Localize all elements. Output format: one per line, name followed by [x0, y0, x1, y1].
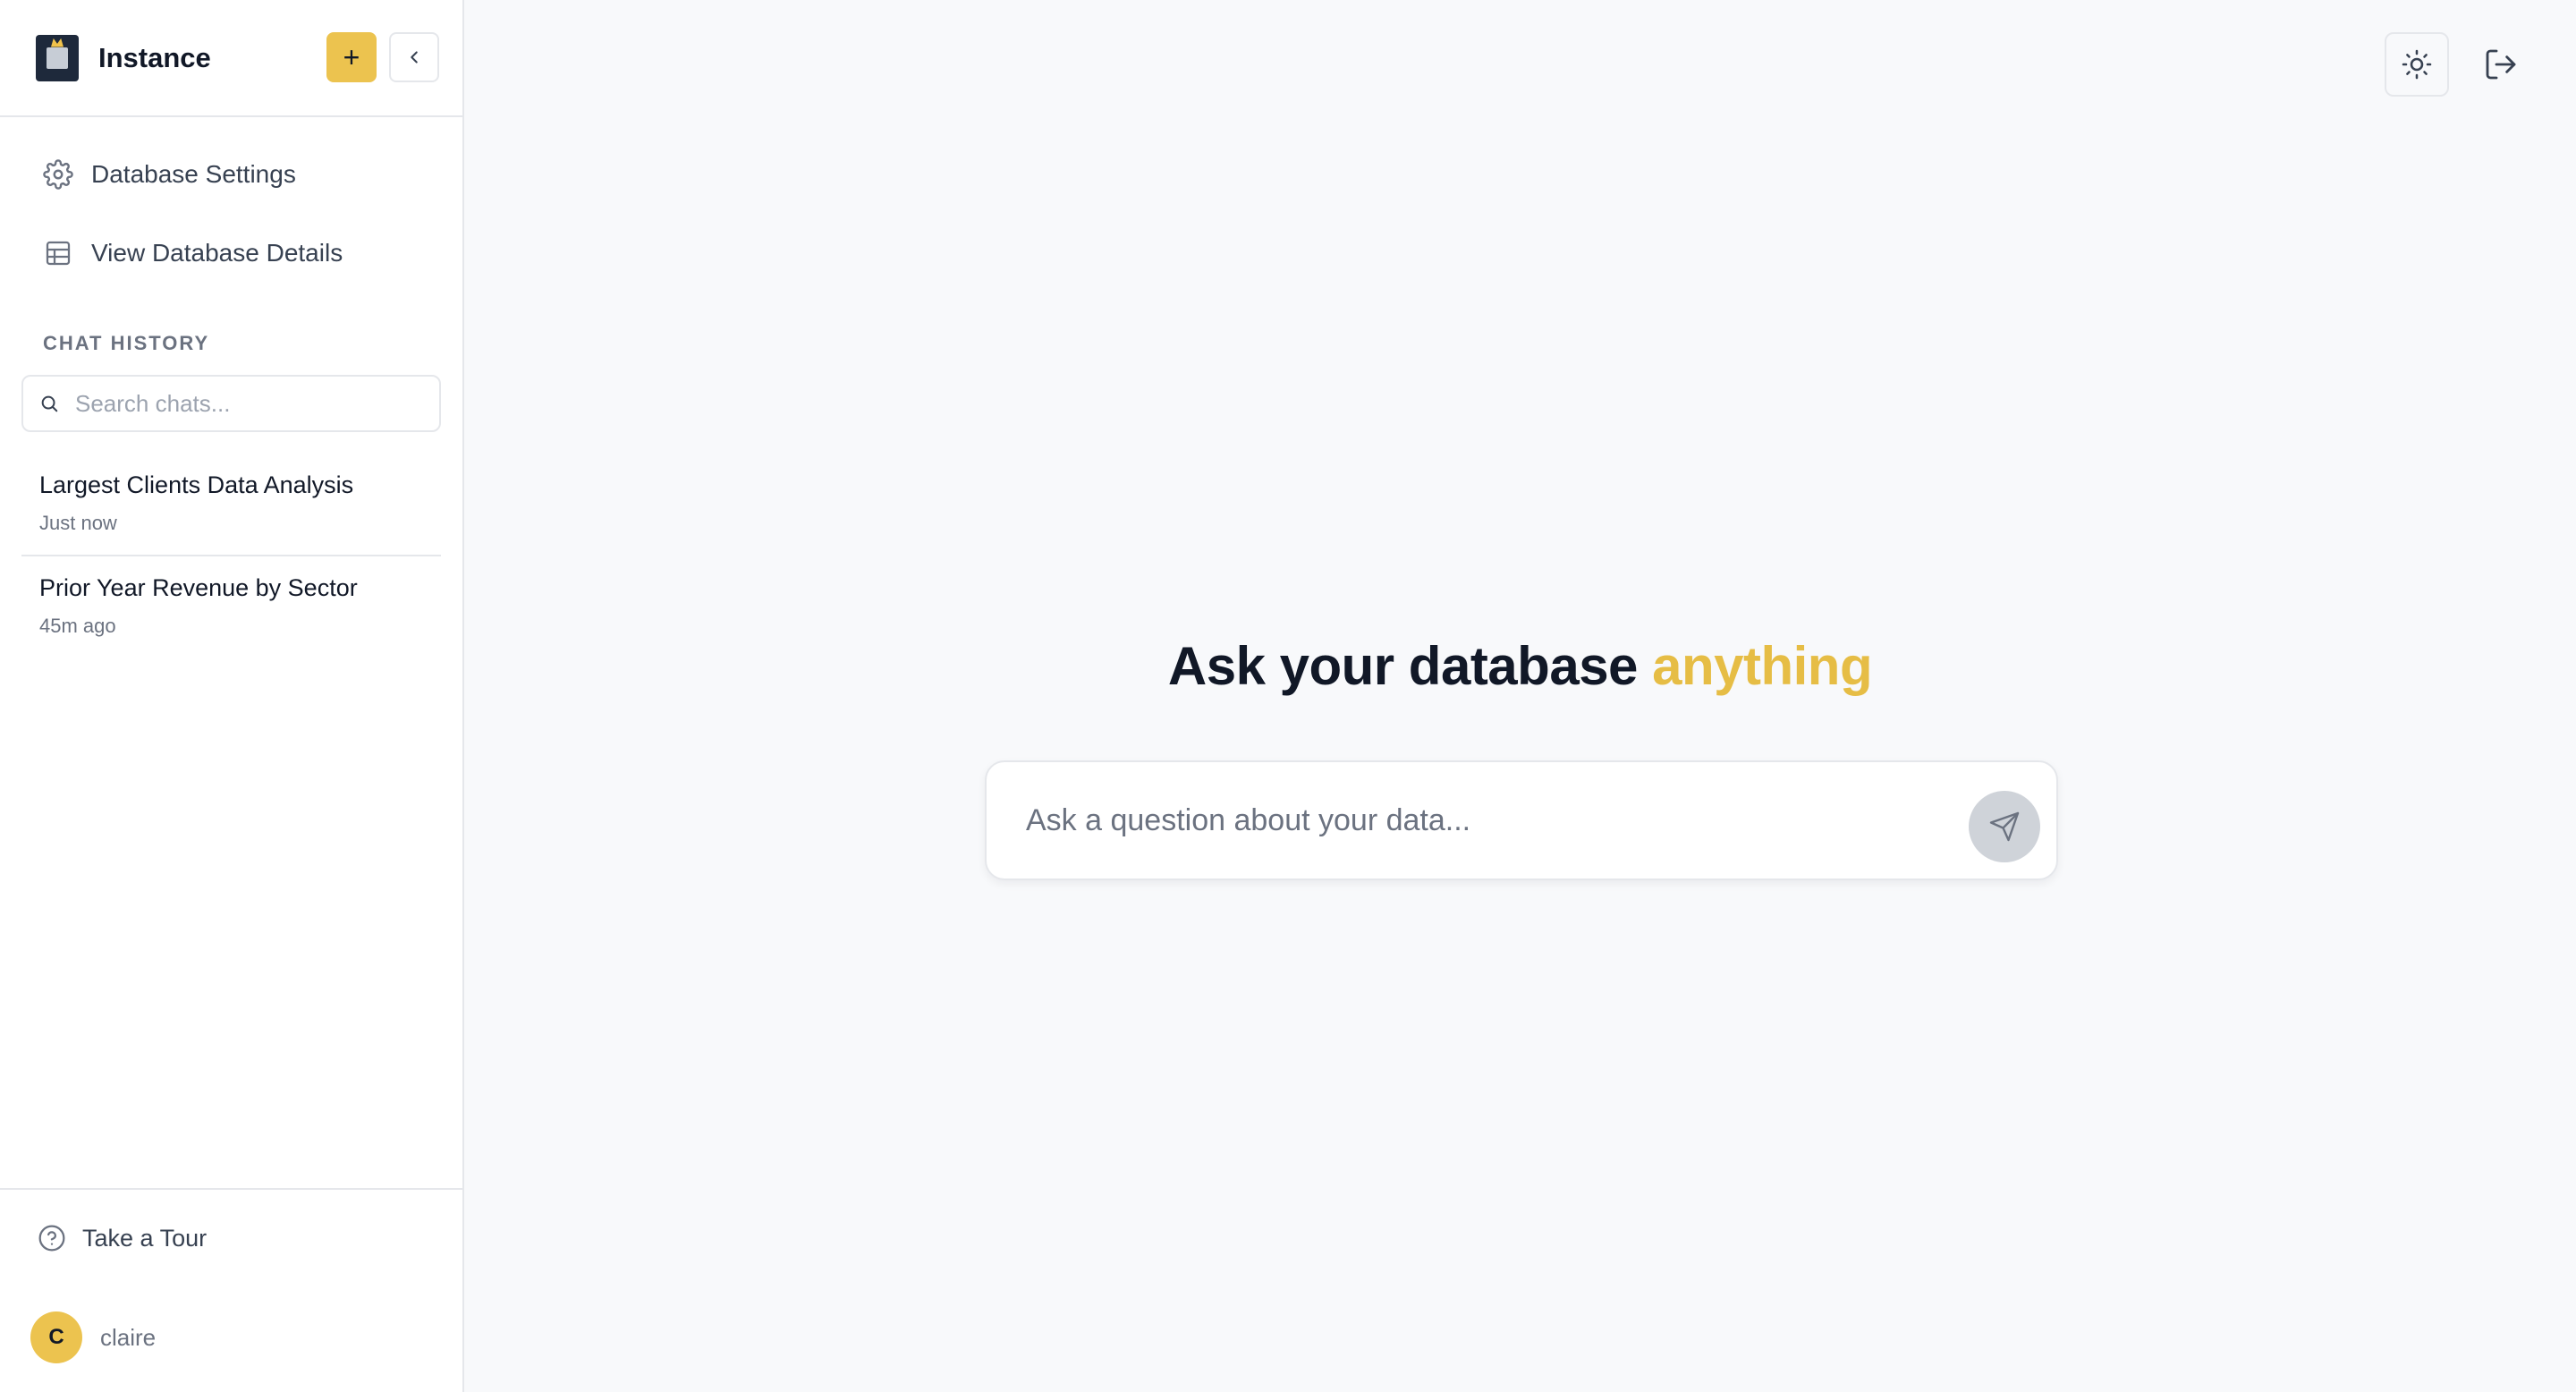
sidebar-footer: Take a Tour C claire: [0, 1188, 462, 1392]
chat-search: [21, 375, 441, 432]
user-profile[interactable]: C claire: [30, 1311, 156, 1363]
nav-view-database-details[interactable]: View Database Details: [0, 214, 462, 293]
take-tour-button[interactable]: Take a Tour: [38, 1224, 207, 1252]
gear-icon: [43, 159, 73, 190]
app-root: Instance + Database Settings View Databa…: [0, 0, 2576, 1392]
nav-label: Database Settings: [91, 160, 296, 188]
nav-database-settings[interactable]: Database Settings: [0, 135, 462, 214]
app-logo: [36, 34, 79, 81]
theme-toggle-button[interactable]: [2385, 32, 2449, 97]
chat-timestamp: Just now: [39, 512, 117, 534]
table-icon: [43, 238, 73, 268]
collapse-sidebar-button[interactable]: [389, 32, 439, 82]
chat-title: Largest Clients Data Analysis: [39, 471, 354, 498]
new-chat-button[interactable]: +: [326, 32, 377, 82]
chat-history-label: CHAT HISTORY: [43, 332, 210, 354]
chat-timestamp: 45m ago: [39, 615, 116, 637]
avatar: C: [30, 1311, 82, 1363]
app-title: Instance: [98, 41, 211, 73]
sidebar: Instance + Database Settings View Databa…: [0, 0, 464, 1392]
logout-button[interactable]: [2479, 43, 2522, 86]
chevron-left-icon: [411, 51, 418, 64]
title-accent: anything: [1652, 636, 1873, 696]
main-area: Ask your database anything: [464, 0, 2576, 1392]
logout-icon: [2486, 49, 2516, 80]
username: claire: [100, 1323, 157, 1351]
sidebar-nav: Database Settings View Database Details: [0, 117, 462, 293]
take-tour-label: Take a Tour: [82, 1224, 208, 1252]
chat-title: Prior Year Revenue by Sector: [39, 574, 358, 601]
chat-list-item[interactable]: Prior Year Revenue by Sector 45m ago: [21, 556, 441, 658]
question-input[interactable]: [1026, 802, 1947, 838]
top-actions: [2385, 32, 2522, 97]
page-title: Ask your database anything: [464, 635, 2576, 697]
sun-icon: [2402, 49, 2432, 80]
send-icon: [1989, 811, 2020, 842]
title-main: Ask your database: [1167, 636, 1653, 696]
chat-list-item[interactable]: Largest Clients Data Analysis Just now: [21, 454, 441, 556]
nav-label: View Database Details: [91, 239, 343, 267]
search-icon: [41, 395, 58, 412]
send-button[interactable]: [1969, 791, 2040, 862]
question-box: [985, 760, 2058, 880]
chat-list: Largest Clients Data Analysis Just now P…: [0, 454, 462, 658]
search-input[interactable]: [75, 389, 415, 418]
help-circle-icon: [38, 1225, 65, 1252]
hero: Ask your database anything: [464, 635, 2576, 697]
sidebar-header: Instance +: [0, 0, 462, 117]
